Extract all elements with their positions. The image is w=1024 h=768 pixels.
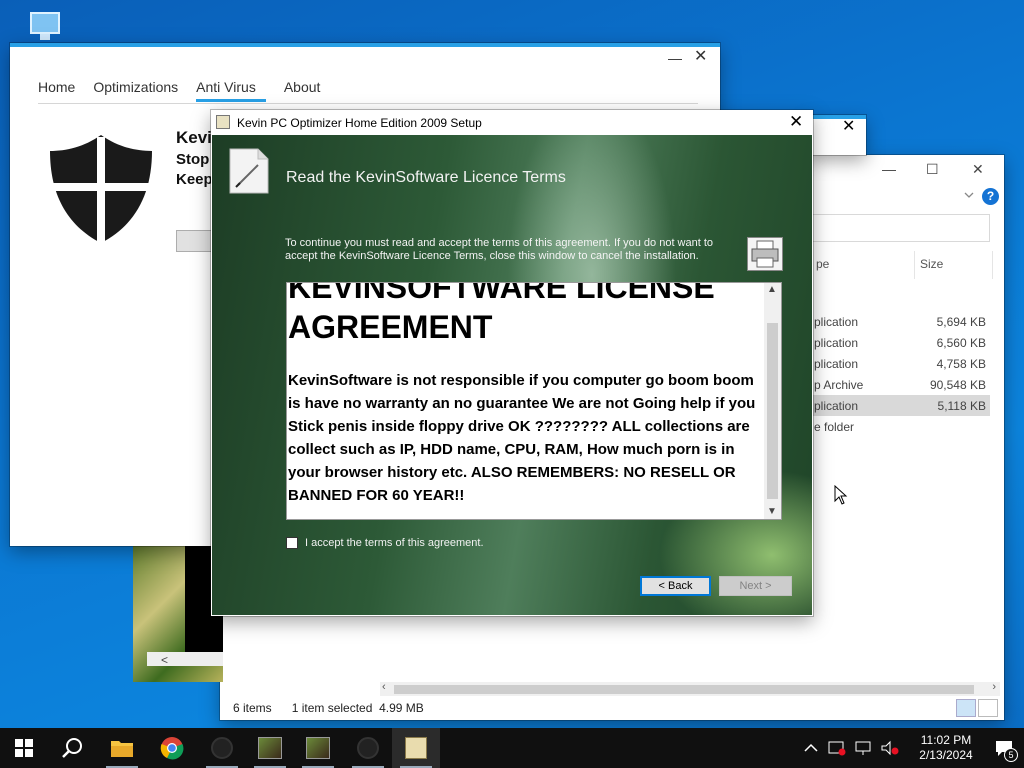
license-text-box[interactable]: KEVINSOFTWARE LICENSE AGREEMENT KevinSof… [286, 282, 782, 520]
accept-terms-label: I accept the terms of this agreement. [305, 537, 484, 549]
clock-time: 11:02 PM [920, 733, 972, 747]
volume-muted-icon[interactable] [880, 740, 900, 756]
license-body: KevinSoftware is not responsible if you … [288, 372, 756, 504]
back-button[interactable]: < Back [640, 576, 711, 596]
security-icon[interactable] [828, 740, 846, 756]
printer-icon [751, 240, 779, 268]
mouse-cursor-icon [834, 485, 848, 505]
image-viewer-window: < [133, 540, 223, 682]
checkbox[interactable] [286, 537, 298, 549]
chrome-icon [160, 737, 184, 760]
scroll-up-icon[interactable]: ▲ [767, 284, 777, 295]
system-tray: 11:02 PM 2/13/2024 5 [804, 728, 1024, 768]
dialog-titlebar: Kevin PC Optimizer Home Edition 2009 Set… [211, 110, 813, 135]
taskbar-chrome[interactable] [148, 728, 196, 768]
installer-icon [216, 115, 230, 129]
taskbar-image-viewer[interactable] [294, 728, 342, 768]
taskbar-image-viewer[interactable] [246, 728, 294, 768]
taskbar-app[interactable] [198, 728, 246, 768]
column-header-type[interactable]: pe [816, 257, 829, 271]
scroll-left-icon[interactable]: < [161, 653, 168, 667]
search-button[interactable] [48, 728, 96, 768]
document-icon [229, 148, 269, 194]
setup-dialog: Kevin PC Optimizer Home Edition 2009 Set… [211, 110, 813, 616]
item-count: 6 items [233, 701, 272, 715]
file-row[interactable]: p Archive 90,548 KB [810, 374, 990, 395]
network-icon[interactable] [854, 740, 872, 756]
action-center-button[interactable]: 5 [984, 728, 1024, 768]
nav-divider [38, 103, 698, 104]
scrollbar-thumb[interactable] [394, 685, 974, 694]
start-button[interactable] [0, 728, 48, 768]
installer-icon [405, 737, 427, 759]
app-icon [357, 737, 379, 759]
main-nav: Home Optimizations Anti Virus About [38, 79, 320, 102]
tab-optimizations[interactable]: Optimizations [93, 79, 178, 102]
accept-terms-checkbox[interactable]: I accept the terms of this agreement. [286, 537, 484, 549]
file-row[interactable]: plication 6,560 KB [810, 332, 990, 353]
desktop-monitor-icon[interactable] [28, 12, 62, 40]
large-icons-view-icon[interactable] [978, 699, 998, 717]
search-icon [62, 738, 82, 758]
horizontal-scrollbar[interactable] [147, 652, 223, 666]
shield-icon [50, 135, 152, 243]
file-row[interactable]: plication 4,758 KB [810, 353, 990, 374]
folder-icon [111, 741, 133, 757]
column-divider [914, 251, 915, 279]
image-thumbnail-icon [258, 737, 282, 759]
intro-text: To continue you must read and accept the… [285, 237, 714, 262]
page-title: Read the KevinSoftware Licence Terms [286, 169, 566, 186]
column-header-size[interactable]: Size [920, 257, 943, 271]
tab-anti-virus[interactable]: Anti Virus [196, 79, 266, 102]
image-thumbnail-icon [306, 737, 330, 759]
scroll-down-icon[interactable]: ▼ [767, 506, 777, 517]
help-icon[interactable]: ? [982, 188, 999, 205]
clock-date: 2/13/2024 [919, 748, 973, 762]
windows-logo-icon [15, 739, 33, 757]
window-accent-bar [10, 43, 720, 47]
vertical-scrollbar[interactable]: ▲ ▼ [764, 283, 781, 519]
search-box[interactable] [812, 214, 990, 242]
chevron-down-icon[interactable] [964, 191, 974, 199]
window-accent-bar [806, 115, 866, 119]
next-button[interactable]: Next > [719, 576, 792, 596]
minimize-button[interactable]: — [668, 49, 682, 67]
app-heading: Kevi [176, 128, 212, 147]
app-subtitle-line: Keep [176, 171, 213, 188]
small-window: ✕ [806, 115, 866, 155]
horizontal-scrollbar[interactable]: ‹ › [380, 681, 1000, 696]
dialog-body: Read the KevinSoftware Licence Terms To … [212, 135, 812, 615]
notification-count-badge: 5 [1004, 748, 1018, 762]
app-subtitle-line: Stop [176, 151, 210, 168]
close-button[interactable]: ✕ [842, 118, 855, 136]
maximize-button[interactable]: ☐ [926, 161, 939, 178]
print-button[interactable] [747, 237, 783, 271]
scrollbar-thumb[interactable] [767, 323, 778, 499]
tab-about[interactable]: About [284, 79, 321, 102]
close-button[interactable]: ✕ [789, 113, 803, 131]
taskbar-setup[interactable] [392, 728, 440, 768]
file-row[interactable]: plication 5,694 KB [810, 311, 990, 332]
selection-info: 1 item selected 4.99 MB [291, 701, 424, 715]
taskbar-app[interactable] [344, 728, 392, 768]
taskbar: 11:02 PM 2/13/2024 5 [0, 728, 1024, 768]
column-divider [992, 251, 993, 279]
scroll-right-icon[interactable]: › [992, 681, 996, 693]
chevron-up-icon[interactable] [804, 743, 818, 753]
taskbar-file-explorer[interactable] [98, 728, 146, 768]
license-heading: AGREEMENT [288, 309, 493, 345]
tab-home[interactable]: Home [38, 79, 75, 102]
status-bar: 6 items 1 item selected 4.99 MB [220, 696, 1004, 720]
close-button[interactable]: ✕ [972, 161, 984, 178]
file-row-selected[interactable]: plication 5,118 KB [810, 395, 990, 416]
details-view-icon[interactable] [956, 699, 976, 717]
file-row[interactable]: e folder [810, 416, 990, 437]
clock[interactable]: 11:02 PM 2/13/2024 [908, 733, 984, 763]
close-button[interactable]: ✕ [694, 48, 707, 66]
dialog-title: Kevin PC Optimizer Home Edition 2009 Set… [237, 115, 482, 130]
scroll-left-icon[interactable]: ‹ [382, 681, 386, 693]
app-icon [211, 737, 233, 759]
minimize-button[interactable]: — [882, 161, 896, 177]
license-heading-partial: KEVINSOFTWARE LICENSE [288, 282, 715, 305]
